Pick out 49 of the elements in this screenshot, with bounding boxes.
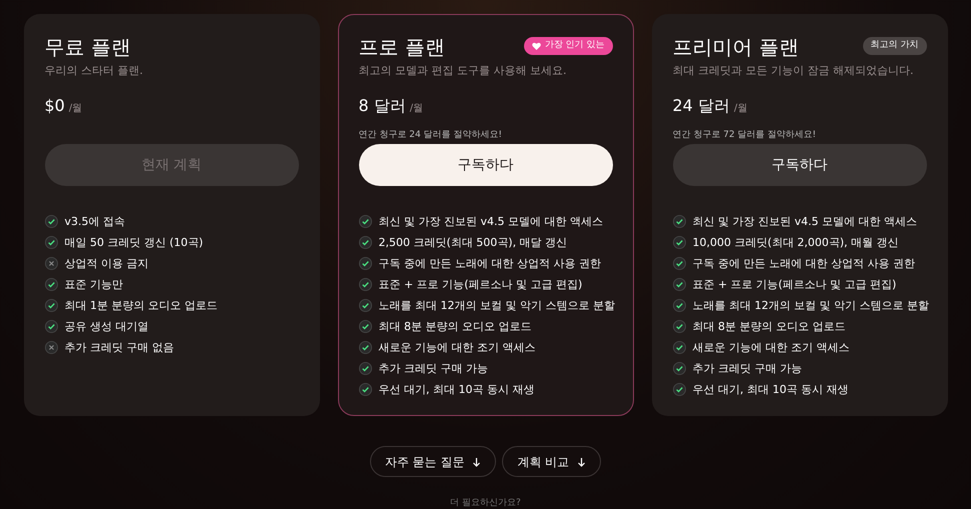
footer-text: 더 필요하신가요? xyxy=(450,497,521,509)
feature-text: 상업적 이용 금지 xyxy=(64,256,148,272)
feature-text: 노래를 최대 12개의 보컬 및 악기 스템으로 분할 xyxy=(378,298,615,314)
heart-icon xyxy=(532,42,541,50)
plan-badge: 최고의 가치 xyxy=(862,37,926,54)
savings-note: 연간 청구로 72 달러를 절약하세요! xyxy=(672,130,816,140)
price-period: /월 xyxy=(734,102,748,116)
plan-tagline: 최고의 모델과 편집 도구를 사용해 보세요. xyxy=(358,63,568,79)
feature-text: 최대 8분 분량의 오디오 업로드 xyxy=(378,318,532,334)
feature-text: v3.5에 접속 xyxy=(64,214,125,230)
subscribe-button[interactable]: 구독하다 xyxy=(358,144,612,186)
plan-tagline: 우리의 스타터 플랜. xyxy=(44,63,144,79)
feature-text: 최대 8분 분량의 오디오 업로드 xyxy=(692,318,846,334)
feature-text: 추가 크레딧 구매 없음 xyxy=(64,340,174,356)
feature-text: 우선 대기, 최대 10곡 동시 재생 xyxy=(692,382,848,398)
savings-note: 연간 청구로 24 달러를 절약하세요! xyxy=(358,130,502,140)
feature-text: 공유 생성 대기열 xyxy=(64,318,148,334)
arrow-down-icon xyxy=(472,456,482,466)
feature-text: 최신 및 가장 진보된 v4.5 모델에 대한 액세스 xyxy=(378,214,603,230)
scroll-link-button[interactable]: 자주 묻는 질문 xyxy=(370,446,496,477)
feature-text: 표준 기능만 xyxy=(64,276,123,292)
plan-price: 8 달러 xyxy=(358,94,406,116)
feature-text: 2,500 크레딧(최대 500곡), 매달 갱신 xyxy=(378,234,568,250)
feature-text: 최대 1분 분량의 오디오 업로드 xyxy=(64,298,218,314)
plan-title: 프리미어 플랜 xyxy=(672,34,799,61)
feature-text: 우선 대기, 최대 10곡 동시 재생 xyxy=(378,382,534,398)
feature-text: 구독 중에 만든 노래에 대한 상업적 사용 권한 xyxy=(378,256,601,272)
feature-text: 최신 및 가장 진보된 v4.5 모델에 대한 액세스 xyxy=(692,214,917,230)
arrow-down-icon xyxy=(577,456,586,466)
feature-text: 구독 중에 만든 노래에 대한 상업적 사용 권한 xyxy=(692,256,915,272)
feature-text: 추가 크레딧 구매 가능 xyxy=(692,360,802,376)
feature-text: 매일 50 크레딧 갱신 (10곡) xyxy=(64,234,204,250)
scroll-link-button[interactable]: 계획 비교 xyxy=(502,446,602,477)
price-period: /월 xyxy=(68,102,82,116)
plan-price: $0 xyxy=(44,94,65,116)
feature-text: 표준 + 프로 기능(페르소나 및 고급 편집) xyxy=(692,276,896,292)
plan-tagline: 최대 크레딧과 모든 기능이 잠금 해제되었습니다. xyxy=(672,63,914,79)
plan-price: 24 달러 xyxy=(672,94,730,116)
feature-text: 표준 + 프로 기능(페르소나 및 고급 편집) xyxy=(378,276,582,292)
feature-text: 새로운 기능에 대한 조기 액세스 xyxy=(378,340,536,356)
feature-text: 추가 크레딧 구매 가능 xyxy=(378,360,488,376)
plan-title: 무료 플랜 xyxy=(44,34,131,61)
subscribe-button[interactable]: 구독하다 xyxy=(672,144,926,186)
feature-text: 10,000 크레딧(최대 2,000곡), 매월 갱신 xyxy=(692,234,899,250)
plan-title: 프로 플랜 xyxy=(358,34,445,61)
feature-text: 새로운 기능에 대한 조기 액세스 xyxy=(692,340,850,356)
price-period: /월 xyxy=(410,102,424,116)
plan-badge: 가장 인기 있는 xyxy=(524,37,612,54)
feature-text: 노래를 최대 12개의 보컬 및 악기 스템으로 분할 xyxy=(692,298,929,314)
